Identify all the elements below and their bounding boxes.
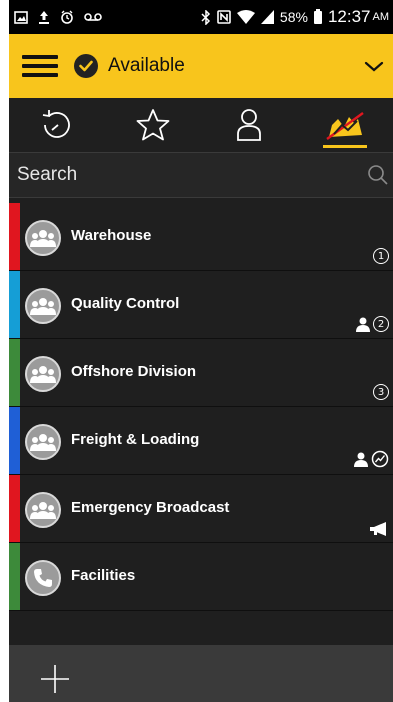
channel-color-stripe <box>9 339 20 406</box>
channel-color-stripe <box>9 271 20 338</box>
nfc-icon <box>217 10 231 24</box>
person-solid-icon <box>356 317 370 332</box>
battery-percent: 58% <box>279 9 308 25</box>
bluetooth-icon <box>201 9 210 25</box>
presence-bar[interactable]: Available <box>9 34 393 98</box>
presence-status-label: Available <box>108 55 185 76</box>
clock-time: 12:37 <box>327 7 371 26</box>
channel-color-stripe <box>9 203 20 270</box>
channel-count-badge: 3 <box>373 384 389 400</box>
channel-row-quality-control[interactable]: Quality Control 2 <box>9 271 393 339</box>
search-icon[interactable] <box>365 162 391 188</box>
hamburger-menu-icon[interactable] <box>22 53 58 79</box>
tab-channels[interactable] <box>297 98 393 152</box>
checkmark-icon <box>74 54 98 78</box>
channel-name: Offshore Division <box>71 363 197 380</box>
group-icon <box>25 288 61 324</box>
channel-count-badge: 1 <box>373 248 389 264</box>
person-solid-icon <box>354 452 368 467</box>
tab-recent[interactable] <box>9 98 105 152</box>
star-icon <box>136 109 170 141</box>
channel-row-offshore-division[interactable]: Offshore Division 3 <box>9 339 393 407</box>
channel-color-stripe <box>9 407 20 474</box>
battery-icon <box>313 8 322 24</box>
group-icon <box>25 424 61 460</box>
status-bar-left <box>9 10 102 24</box>
tab-contacts[interactable] <box>201 98 297 152</box>
clock-ampm: AM <box>372 11 390 23</box>
channel-color-stripe <box>9 543 20 610</box>
channel-name: Facilities <box>71 567 136 584</box>
wifi-icon <box>236 10 255 24</box>
tab-bar <box>9 98 393 152</box>
person-icon <box>237 109 261 141</box>
search-input[interactable] <box>9 153 365 197</box>
search-bar <box>9 152 393 198</box>
group-icon <box>25 492 61 528</box>
channels-icon <box>326 112 364 140</box>
channel-row-freight-loading[interactable]: Freight & Loading <box>9 407 393 475</box>
channel-badges <box>353 450 389 468</box>
channel-row-facilities[interactable]: Facilities <box>9 543 393 611</box>
channel-name: Freight & Loading <box>71 431 200 448</box>
alarm-icon <box>61 10 73 24</box>
channel-color-stripe <box>9 475 20 542</box>
channel-count-badge: 2 <box>373 316 389 332</box>
channel-badges <box>369 522 389 536</box>
status-bar: 58% 12:37 AM <box>9 0 393 34</box>
gallery-icon <box>14 10 28 24</box>
app-screen: 58% 12:37 AM Available Search Warehouse … <box>9 0 393 702</box>
voicemail-icon <box>84 13 102 21</box>
channel-name: Warehouse <box>71 227 152 244</box>
group-icon <box>25 356 61 392</box>
chevron-down-icon[interactable] <box>361 53 387 79</box>
phone-icon <box>25 560 61 596</box>
plus-icon[interactable] <box>39 663 71 695</box>
channel-row-emergency-broadcast[interactable]: Emergency Broadcast <box>9 475 393 543</box>
channel-row-warehouse[interactable]: Warehouse 1 <box>9 203 393 271</box>
activity-icon <box>371 450 389 468</box>
tab-favorites[interactable] <box>105 98 201 152</box>
upload-icon <box>39 11 49 24</box>
history-icon <box>42 110 70 138</box>
group-icon <box>25 220 61 256</box>
megaphone-icon <box>370 522 386 536</box>
channel-badges: 3 <box>373 384 389 400</box>
channel-badges: 2 <box>355 316 389 332</box>
channel-name: Emergency Broadcast <box>71 499 230 516</box>
channel-name: Quality Control <box>71 295 180 312</box>
channel-badges: 1 <box>373 248 389 264</box>
channel-list: Warehouse 1 Quality Control 2 Offshore D… <box>9 203 393 611</box>
signal-icon <box>260 10 274 24</box>
status-bar-right: 58% 12:37 AM <box>201 7 393 27</box>
bottom-bar <box>9 645 393 702</box>
